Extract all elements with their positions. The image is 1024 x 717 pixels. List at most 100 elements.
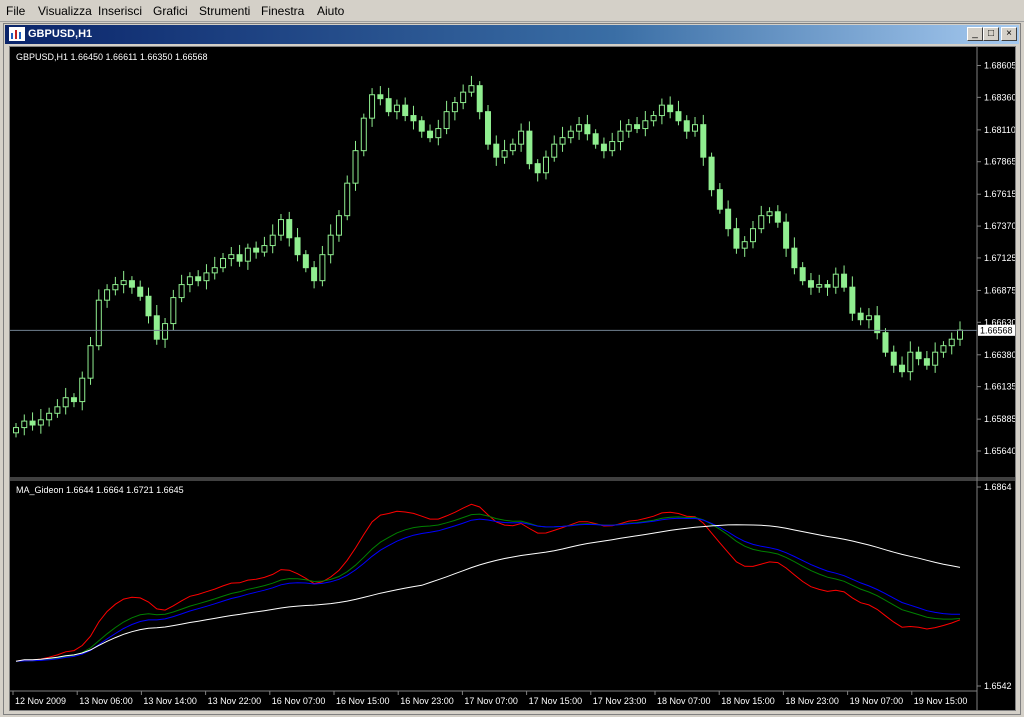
chart-window-icon [9, 27, 25, 41]
indicator-axis: 1.6864 1.6542 [977, 482, 1012, 691]
candle-body [460, 91, 467, 104]
candle-body [807, 280, 814, 288]
menu-insert[interactable]: Inserisci [98, 4, 142, 18]
candle-body [559, 137, 566, 145]
window-title-bar[interactable]: GBPUSD,H1 _ □ × [5, 25, 1019, 44]
candle-body [369, 94, 376, 119]
candle-body [509, 143, 516, 152]
chart-window: GBPUSD,H1 _ □ × 1.688551.686051.683601.6… [3, 23, 1021, 715]
candle-body [716, 189, 723, 210]
candle-body [319, 254, 326, 282]
candle-body [915, 351, 922, 360]
candle-body [46, 412, 53, 421]
candle-body [435, 128, 442, 139]
candle-body [468, 85, 475, 93]
candle-body [410, 115, 417, 122]
menu-charts[interactable]: Grafici [153, 4, 188, 18]
time-label: 16 Nov 23:00 [400, 696, 454, 706]
candle-body [29, 420, 36, 426]
candle-body [220, 258, 227, 269]
candle-body [427, 130, 434, 139]
candle-body [203, 272, 210, 282]
candle-body [683, 120, 690, 132]
candle-body [667, 104, 674, 113]
candle-body [534, 163, 541, 174]
candle-body [228, 254, 235, 260]
candle-body [145, 295, 152, 317]
candle-body [501, 150, 508, 158]
ma-red-line [15, 503, 961, 662]
candle-body [493, 143, 500, 158]
candle-body [799, 267, 806, 282]
price-label: 1.68605 [984, 61, 1015, 71]
candle-body [741, 241, 748, 249]
price-label: 1.65640 [984, 446, 1015, 456]
candle-body [79, 377, 86, 403]
time-label: 19 Nov 07:00 [850, 696, 904, 706]
candle-body [186, 276, 193, 286]
candle-body [178, 284, 185, 299]
candle-body [625, 124, 632, 132]
candle-body [21, 420, 28, 429]
main-chart-header: GBPUSD,H1 1.66450 1.66611 1.66350 1.6656… [16, 52, 207, 62]
chart-canvas[interactable]: 1.688551.686051.683601.681101.678651.676… [9, 28, 1017, 711]
candle-body [584, 124, 591, 135]
candle-body [137, 286, 144, 297]
price-label: 1.68110 [984, 125, 1015, 135]
candle-body [253, 247, 260, 253]
menu-window[interactable]: Finestra [261, 4, 304, 18]
ma-blue-line [15, 517, 960, 662]
price-label: 1.66875 [984, 285, 1015, 295]
time-label: 13 Nov 06:00 [79, 696, 133, 706]
candle-body [244, 247, 251, 262]
minimize-button[interactable]: _ [967, 27, 983, 41]
candle-body [766, 211, 773, 217]
candle-body [576, 124, 583, 132]
candle-body [112, 284, 119, 291]
candle-body [849, 286, 856, 314]
candle-body [791, 247, 798, 269]
candle-body [857, 312, 864, 321]
menu-view[interactable]: Visualizza [38, 4, 92, 18]
candle-body [418, 120, 425, 132]
close-button[interactable]: × [1001, 27, 1017, 41]
indicator-level-label: 1.6864 [984, 482, 1012, 492]
candle-body [890, 351, 897, 366]
candle-body [286, 219, 293, 239]
time-label: 13 Nov 14:00 [143, 696, 197, 706]
time-label: 13 Nov 22:00 [208, 696, 262, 706]
time-axis: 12 Nov 2009 13 Nov 06:00 13 Nov 14:00 13 No… [12, 691, 967, 706]
candle-body [940, 345, 947, 353]
candle-body [344, 182, 351, 217]
candle-body [393, 104, 400, 113]
candle-body [592, 133, 599, 145]
candle-body [865, 315, 872, 321]
price-label: 1.67370 [984, 221, 1015, 231]
candle-body [311, 267, 318, 282]
candle-body [650, 115, 657, 122]
candle-body [385, 98, 392, 113]
candle-body [948, 338, 955, 347]
maximize-button[interactable]: □ [983, 27, 999, 41]
menu-help[interactable]: Aiuto [317, 4, 344, 18]
candle-body [658, 104, 665, 117]
candle-body [87, 345, 94, 379]
time-label: 17 Nov 15:00 [529, 696, 583, 706]
candle-body [302, 254, 309, 269]
candle-body [634, 124, 641, 130]
indicator-level-label: 1.6542 [984, 681, 1012, 691]
candle-body [13, 427, 19, 434]
candle-body [675, 111, 682, 122]
candle-body [62, 397, 69, 408]
candle-body [526, 130, 533, 165]
time-label: 17 Nov 07:00 [464, 696, 518, 706]
menu-tools[interactable]: Strumenti [199, 4, 250, 18]
candle-body [211, 267, 218, 274]
candle-body [360, 117, 367, 152]
candle-body [120, 280, 127, 286]
ma-green-line [15, 513, 961, 662]
candle-body [261, 245, 268, 253]
candle-body [294, 237, 301, 256]
menu-file[interactable]: File [6, 4, 25, 18]
ma-lines [15, 503, 961, 662]
